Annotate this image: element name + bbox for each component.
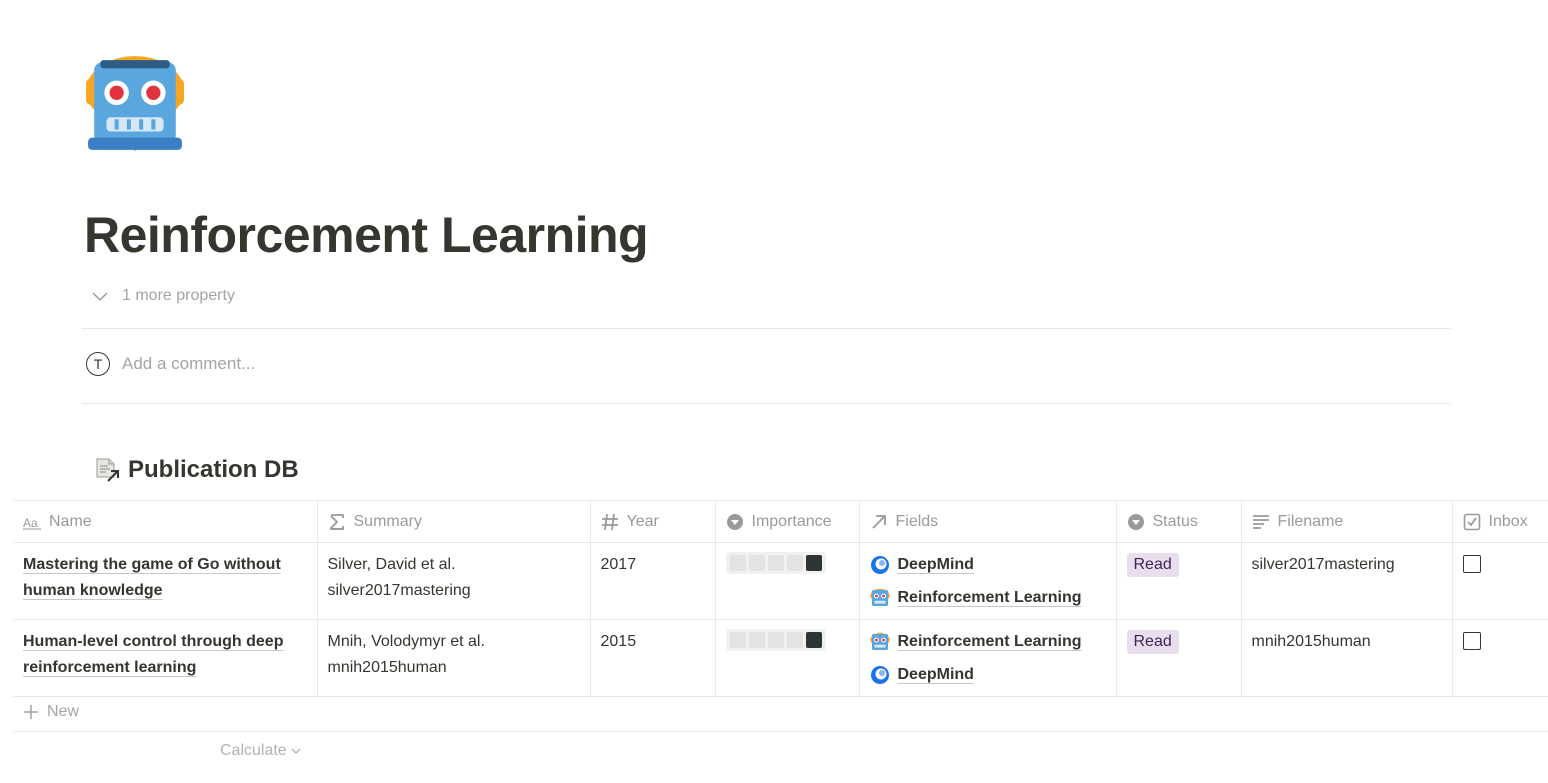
inbox-checkbox[interactable]	[1462, 632, 1481, 650]
table-row: Mastering the game of Go without human k…	[13, 542, 1548, 620]
calculate-label: Calculate	[220, 742, 287, 759]
cell-fields[interactable]: DeepMind Reinforcement Learning	[859, 542, 1117, 620]
cell-filename[interactable]: mnih2015human	[1241, 619, 1453, 697]
cell-importance[interactable]	[715, 619, 860, 697]
field-relation[interactable]: Reinforcement Learning	[869, 629, 1106, 655]
column-header-fields[interactable]: Fields	[859, 500, 1117, 543]
summary-key: silver2017mastering	[327, 582, 471, 599]
table-row: Human-level control through deep reinfor…	[13, 619, 1548, 697]
column-header-summary[interactable]: Summary	[317, 500, 591, 543]
summary-author: Mnih, Volodymyr et al.	[327, 633, 485, 650]
select-icon	[1127, 513, 1144, 530]
cell-name[interactable]: Human-level control through deep reinfor…	[13, 619, 318, 697]
cell-status[interactable]: Read	[1116, 542, 1242, 620]
comment-row: T	[86, 352, 522, 376]
deepmind-icon	[870, 556, 889, 574]
summary-key: mnih2015human	[327, 659, 447, 676]
column-header-name[interactable]: Aa Name	[13, 500, 318, 543]
cell-filename[interactable]: silver2017mastering	[1241, 542, 1453, 620]
cell-year[interactable]: 2015	[590, 619, 716, 697]
cell-status[interactable]: Read	[1116, 619, 1242, 697]
number-hash-icon	[601, 513, 618, 530]
text-lines-icon	[1252, 514, 1269, 529]
cell-inbox	[1452, 542, 1548, 620]
page-title[interactable]: Reinforcement Learning	[84, 200, 649, 270]
database-title[interactable]: Publication DB	[94, 456, 299, 484]
svg-text:Aa: Aa	[23, 516, 38, 530]
avatar: T	[86, 352, 110, 376]
relation-arrow-icon	[871, 514, 886, 529]
new-row-button[interactable]: New	[13, 693, 1548, 732]
column-header-importance[interactable]: Importance	[715, 500, 860, 543]
status-badge: Read	[1126, 553, 1179, 577]
row-title-link[interactable]: Human-level control through deep reinfor…	[23, 633, 283, 676]
cell-name[interactable]: Mastering the game of Go without human k…	[13, 542, 318, 620]
divider	[82, 328, 1451, 329]
status-badge: Read	[1126, 630, 1179, 654]
field-relation[interactable]: DeepMind	[870, 662, 1106, 688]
summary-author: Silver, David et al.	[327, 556, 456, 573]
chevron-down-icon	[92, 292, 108, 302]
cell-summary[interactable]: Silver, David et al. silver2017mastering	[317, 542, 591, 620]
database-title-label: Publication DB	[128, 456, 299, 483]
title-aa-icon: Aa	[23, 516, 41, 530]
column-header-year[interactable]: Year	[590, 500, 716, 543]
new-row-label: New	[47, 703, 80, 720]
table-header-row: Aa Name Summary Year Importance Fields S…	[13, 500, 1548, 543]
database-table: Aa Name Summary Year Importance Fields S…	[13, 500, 1548, 697]
robot-face-icon	[869, 632, 890, 650]
importance-rating	[725, 552, 826, 574]
importance-rating	[725, 629, 826, 651]
linked-database-icon	[96, 458, 119, 482]
column-header-inbox[interactable]: Inbox	[1452, 500, 1548, 543]
calculate-button[interactable]: Calculate	[220, 742, 301, 760]
inbox-checkbox[interactable]	[1462, 555, 1481, 573]
comment-input[interactable]	[122, 354, 522, 374]
cell-importance[interactable]	[715, 542, 860, 620]
select-icon	[726, 513, 743, 530]
deepmind-icon	[870, 666, 889, 684]
cell-inbox	[1452, 619, 1548, 697]
cell-summary[interactable]: Mnih, Volodymyr et al. mnih2015human	[317, 619, 591, 697]
notion-page: Reinforcement Learning 1 more property T…	[0, 0, 1548, 783]
column-header-status[interactable]: Status	[1116, 500, 1242, 543]
checkbox-icon	[1463, 513, 1480, 530]
field-relation[interactable]: DeepMind	[870, 552, 1106, 578]
column-header-filename[interactable]: Filename	[1241, 500, 1453, 543]
more-property-toggle[interactable]: 1 more property	[90, 286, 235, 306]
field-relation[interactable]: Reinforcement Learning	[869, 585, 1106, 611]
row-title-link[interactable]: Mastering the game of Go without human k…	[23, 556, 281, 599]
more-property-label: 1 more property	[122, 287, 235, 304]
plus-icon	[24, 705, 38, 719]
robot-face-icon[interactable]	[84, 52, 186, 154]
robot-face-icon	[869, 588, 890, 606]
divider	[82, 403, 1451, 404]
cell-year[interactable]: 2017	[590, 542, 716, 620]
chevron-down-icon	[291, 748, 301, 754]
formula-sigma-icon	[329, 513, 344, 530]
cell-fields[interactable]: Reinforcement Learning DeepMind	[859, 619, 1117, 697]
